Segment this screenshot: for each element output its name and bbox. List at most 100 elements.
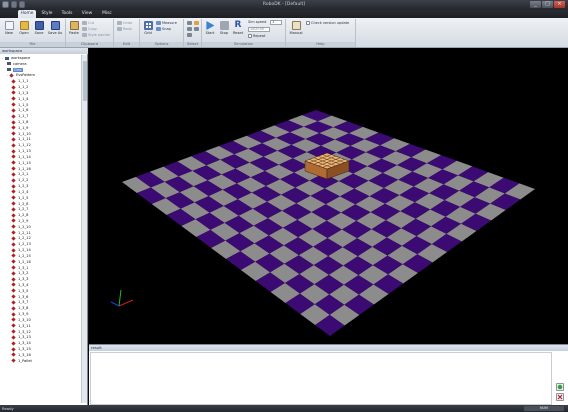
object-diamond-icon	[11, 160, 16, 165]
tree-item-label: 1_2_3	[18, 184, 29, 189]
object-diamond-icon	[11, 218, 16, 224]
tree-item-label: camera	[13, 61, 27, 66]
check-version-update-checkbox[interactable]: Check version update	[306, 21, 349, 25]
tab-style[interactable]: Style	[38, 10, 56, 18]
save-button[interactable]: Save	[32, 21, 46, 35]
save-as-button[interactable]: Save As	[47, 21, 63, 35]
object-diamond-icon	[11, 277, 16, 282]
paste-button[interactable]: Paste	[68, 21, 80, 35]
copy-button[interactable]: Copy	[82, 27, 97, 31]
ribbon-group-options: Grid Measure Snap Options	[140, 19, 184, 47]
object-diamond-icon	[9, 73, 14, 78]
object-diamond-icon	[11, 131, 16, 136]
object-diamond-icon	[11, 84, 16, 90]
select-zoom-button[interactable]	[187, 33, 193, 37]
ribbon-group-clipboard: Paste Cut Copy Style painter Clipboard	[66, 19, 114, 47]
tree-item-label: 1_1_4	[18, 96, 29, 101]
new-button[interactable]: New	[2, 21, 16, 35]
sim-speed-field[interactable]: 1000.00	[248, 27, 270, 32]
tab-tools[interactable]: Tools	[58, 10, 76, 18]
manual-button[interactable]: Manual	[289, 21, 303, 35]
tree-item-label: 1_1_1	[18, 79, 29, 84]
object-diamond-icon	[11, 114, 16, 119]
play-icon	[206, 21, 215, 30]
snap-button[interactable]: Snap	[156, 27, 171, 31]
maximize-button[interactable]: □	[542, 1, 553, 8]
reset-button[interactable]: R Reset	[232, 21, 244, 36]
group-label-help: Help	[286, 42, 355, 47]
clear-x-icon	[557, 394, 563, 400]
start-button[interactable]: Start	[204, 21, 216, 35]
style-painter-button[interactable]: Style painter	[82, 33, 110, 37]
result-output[interactable]	[90, 352, 552, 405]
result-refresh-button[interactable]	[556, 383, 564, 391]
select-move-button[interactable]	[187, 27, 193, 31]
tab-home[interactable]: Home	[18, 10, 36, 18]
tree-item-label: 1_2_14	[18, 248, 31, 253]
tree-item-label: 1_2_15	[18, 253, 31, 258]
new-file-icon	[4, 21, 14, 30]
object-diamond-icon	[11, 96, 16, 101]
object-diamond-icon	[11, 259, 16, 264]
tree-item-label: Grid	[13, 67, 23, 72]
grid-button[interactable]: Grid	[142, 21, 154, 35]
repeat-checkbox[interactable]: Repeat	[248, 34, 265, 38]
paintbrush-icon	[82, 33, 87, 37]
workspace-icon	[5, 56, 9, 60]
redo-arrow-icon	[117, 27, 122, 31]
tree-item-label: 1_2_16	[18, 259, 31, 264]
tree-item-label: EvsPattern	[16, 73, 36, 78]
refresh-icon	[557, 384, 563, 390]
tree-item-label: 1_2_5	[18, 195, 29, 200]
tree-item-label: 1_1_2	[18, 85, 29, 90]
group-label-clipboard: Clipboard	[66, 42, 113, 47]
ribbon-group-file: New Open Save Save As File	[0, 19, 66, 47]
object-diamond-icon	[11, 306, 16, 311]
tab-misc[interactable]: Misc	[98, 10, 116, 18]
close-button[interactable]: ×	[554, 1, 565, 8]
workspace-tree[interactable]: - workspace camera Grid - EvsPattern 1_1_1 1_1_…	[0, 55, 80, 403]
object-diamond-icon	[11, 125, 16, 130]
result-clear-button[interactable]	[556, 393, 564, 401]
object-diamond-icon	[11, 189, 16, 194]
tree-item-label: 1_1_10	[18, 131, 31, 136]
scissors-icon	[82, 21, 87, 25]
cut-button[interactable]: Cut	[82, 21, 94, 25]
tree-item-label: 1_1_5	[18, 102, 29, 107]
sim-speed-input[interactable]: 1	[270, 20, 282, 25]
object-diamond-icon	[11, 346, 16, 352]
copy-icon	[82, 27, 87, 31]
group-label-options: Options	[140, 42, 183, 47]
tree-item-label: 1_3_13	[18, 335, 31, 340]
3d-viewport[interactable]	[89, 48, 568, 344]
object-diamond-icon	[11, 311, 16, 317]
object-diamond-icon	[11, 178, 16, 183]
select-scale-button[interactable]	[194, 27, 200, 31]
undo-arrow-icon	[117, 21, 122, 25]
tree-item-label: 1_1_11	[18, 137, 31, 142]
grid-icon	[7, 68, 11, 72]
clipboard-paste-icon	[69, 21, 79, 30]
tree-item-label: 1_2_11	[18, 230, 31, 235]
object-diamond-icon	[11, 358, 16, 363]
redo-button[interactable]: Redo	[117, 27, 132, 31]
object-diamond-icon	[11, 242, 16, 247]
select-pointer-button[interactable]	[187, 21, 193, 25]
undo-button[interactable]: Undo	[117, 21, 132, 25]
stop-button[interactable]: Stop	[218, 21, 230, 35]
select-rotate-button[interactable]	[194, 21, 200, 25]
tree-item[interactable]: 1_Pallet	[11, 358, 32, 364]
measure-button[interactable]: Measure	[156, 21, 177, 25]
workspace-scrollbar[interactable]	[81, 55, 87, 403]
object-diamond-icon	[11, 102, 16, 107]
ruler-icon	[156, 21, 161, 25]
open-button[interactable]: Open	[17, 21, 31, 35]
tree-item-label: 1_2_10	[18, 224, 31, 229]
object-diamond-icon	[11, 79, 16, 84]
minimize-button[interactable]: _	[530, 1, 541, 8]
tree-item-label: 1_3_12	[18, 329, 31, 334]
scrollbar-thumb[interactable]	[83, 61, 87, 101]
checkbox-icon	[248, 34, 252, 38]
tab-view[interactable]: View	[78, 10, 96, 18]
tree-item-label: 1_1_6	[18, 108, 29, 113]
